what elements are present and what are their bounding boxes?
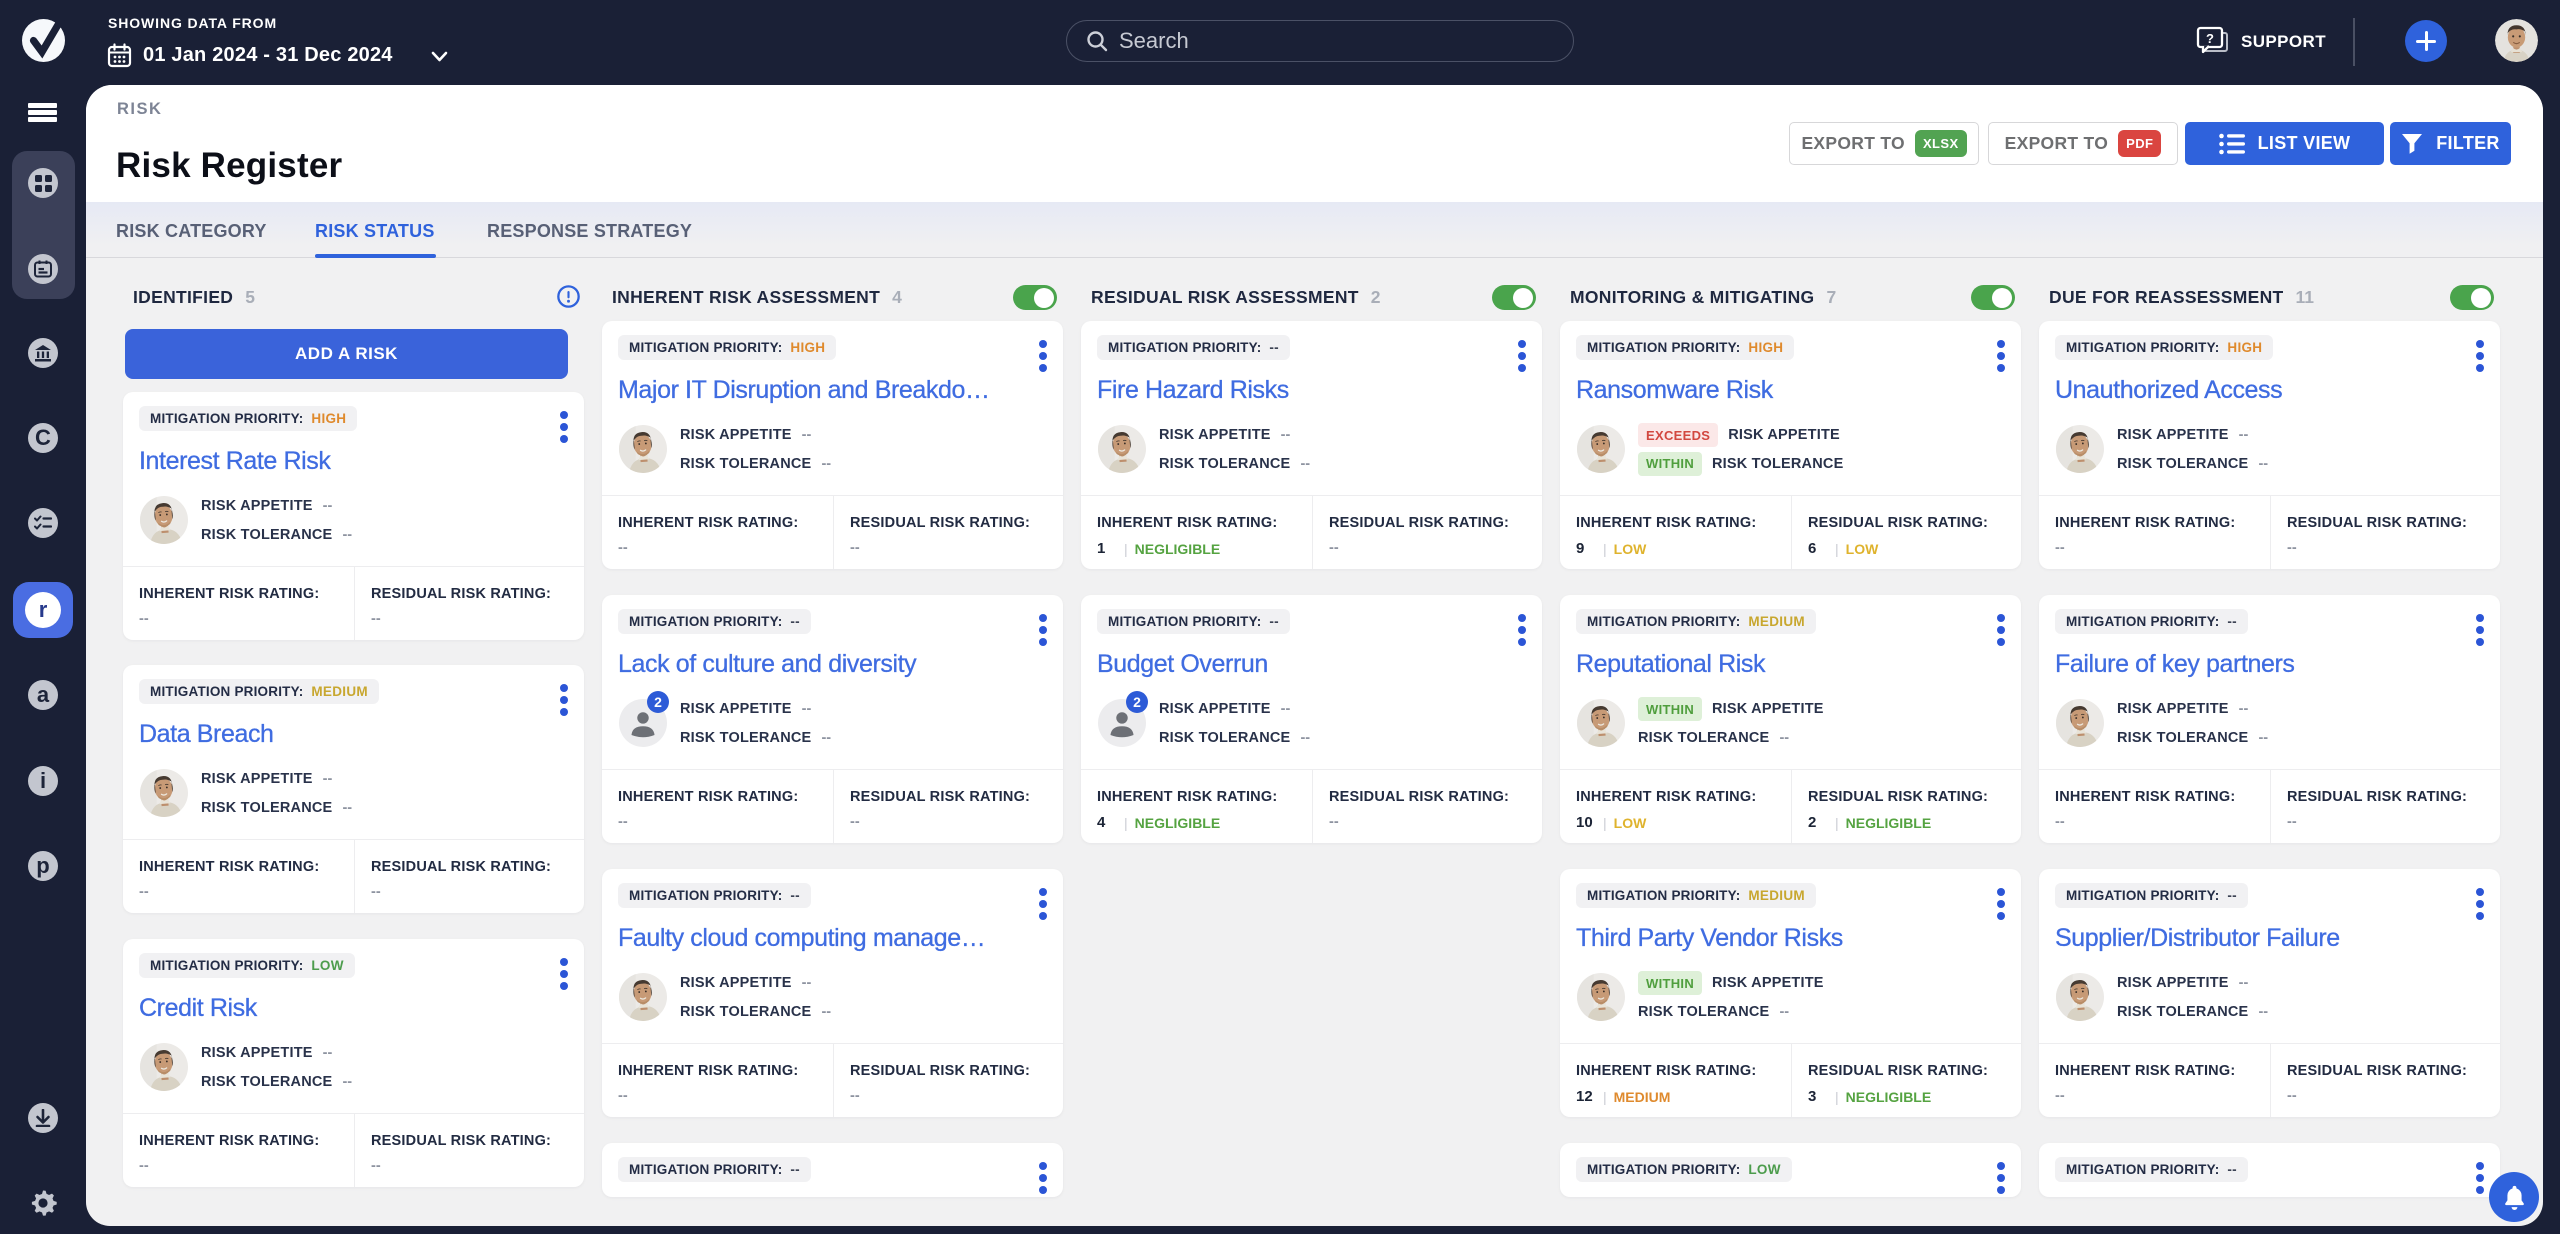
svg-text:?: ? (2206, 31, 2214, 46)
